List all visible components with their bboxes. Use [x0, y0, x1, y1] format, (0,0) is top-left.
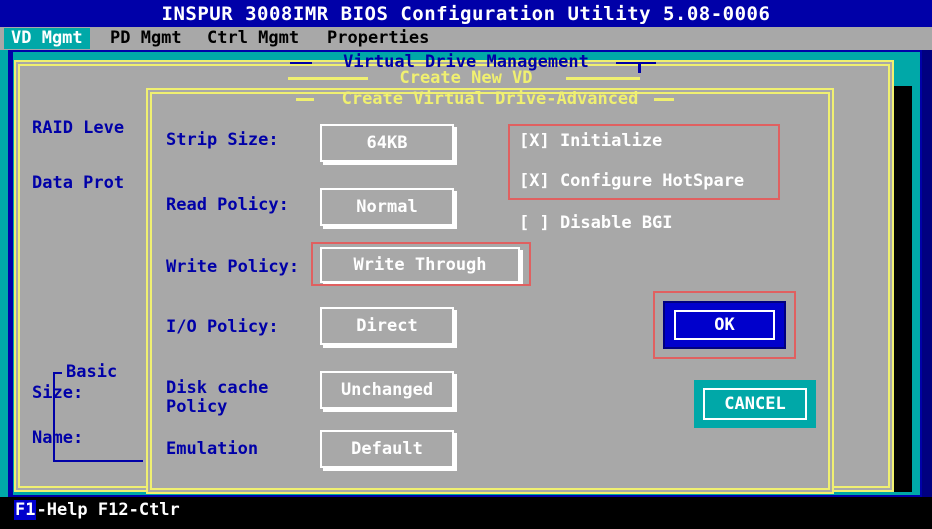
disk-cache-policy-label: Disk cache Policy — [166, 379, 268, 417]
io-policy-value[interactable]: Direct — [320, 307, 454, 345]
checkbox-configure-hotspare[interactable]: [X] Configure HotSpare — [519, 171, 744, 191]
left-edge-strip-blue — [8, 50, 13, 500]
size-label: Size: — [32, 383, 84, 403]
read-policy-label: Read Policy: — [166, 195, 289, 215]
strip-size-value[interactable]: 64KB — [320, 124, 454, 162]
emulation-label: Emulation — [166, 439, 259, 459]
ok-button[interactable]: OK — [663, 301, 786, 349]
f1-key-badge: F1 — [14, 500, 37, 520]
data-protection-label: Data Prot — [32, 173, 125, 193]
tab-pd-mgmt[interactable]: PD Mgmt — [103, 28, 189, 49]
status-bar-hints: F1-Help F12-Ctlr — [14, 500, 180, 520]
bios-configuration-screen: INSPUR 3008IMR BIOS Configuration Utilit… — [0, 0, 932, 529]
page-title: INSPUR 3008IMR BIOS Configuration Utilit… — [161, 3, 771, 25]
ok-button-label: OK — [674, 310, 775, 340]
read-policy-value[interactable]: Normal — [320, 188, 454, 226]
checkbox-initialize[interactable]: [X] Initialize — [519, 131, 662, 151]
emulation-value[interactable]: Default — [320, 430, 454, 468]
write-policy-value[interactable]: Write Through — [320, 247, 520, 283]
title-bar: INSPUR 3008IMR BIOS Configuration Utilit… — [0, 0, 932, 27]
menu-bar: VD Mgmt PD Mgmt Ctrl Mgmt Properties — [0, 27, 932, 50]
left-edge-strip — [0, 50, 8, 500]
name-label: Name: — [32, 428, 84, 448]
checkbox-disable-bgi[interactable]: [ ] Disable BGI — [519, 213, 673, 233]
basic-group-label: Basic — [66, 362, 118, 382]
cancel-button-label: CANCEL — [703, 388, 807, 420]
status-bar-help-text: -Help F12-Ctlr — [36, 500, 180, 520]
cancel-button[interactable]: CANCEL — [694, 380, 816, 428]
raid-level-label: RAID Leve — [32, 118, 125, 138]
disk-cache-policy-value[interactable]: Unchanged — [320, 371, 454, 409]
create-new-vd-title: Create New VD — [399, 68, 533, 88]
io-policy-label: I/O Policy: — [166, 317, 279, 337]
tab-properties[interactable]: Properties — [320, 28, 436, 49]
tab-ctrl-mgmt[interactable]: Ctrl Mgmt — [200, 28, 306, 49]
status-bar: F1-Help F12-Ctlr https://blog.csdn.net/q… — [0, 497, 932, 529]
advanced-dialog-title: Create Virtual Drive-Advanced — [341, 89, 639, 109]
disk-cache-policy-label-text: Disk cache Policy — [166, 378, 269, 417]
strip-size-label: Strip Size: — [166, 130, 279, 150]
write-policy-label: Write Policy: — [166, 257, 300, 277]
tab-vd-mgmt[interactable]: VD Mgmt — [4, 28, 90, 49]
